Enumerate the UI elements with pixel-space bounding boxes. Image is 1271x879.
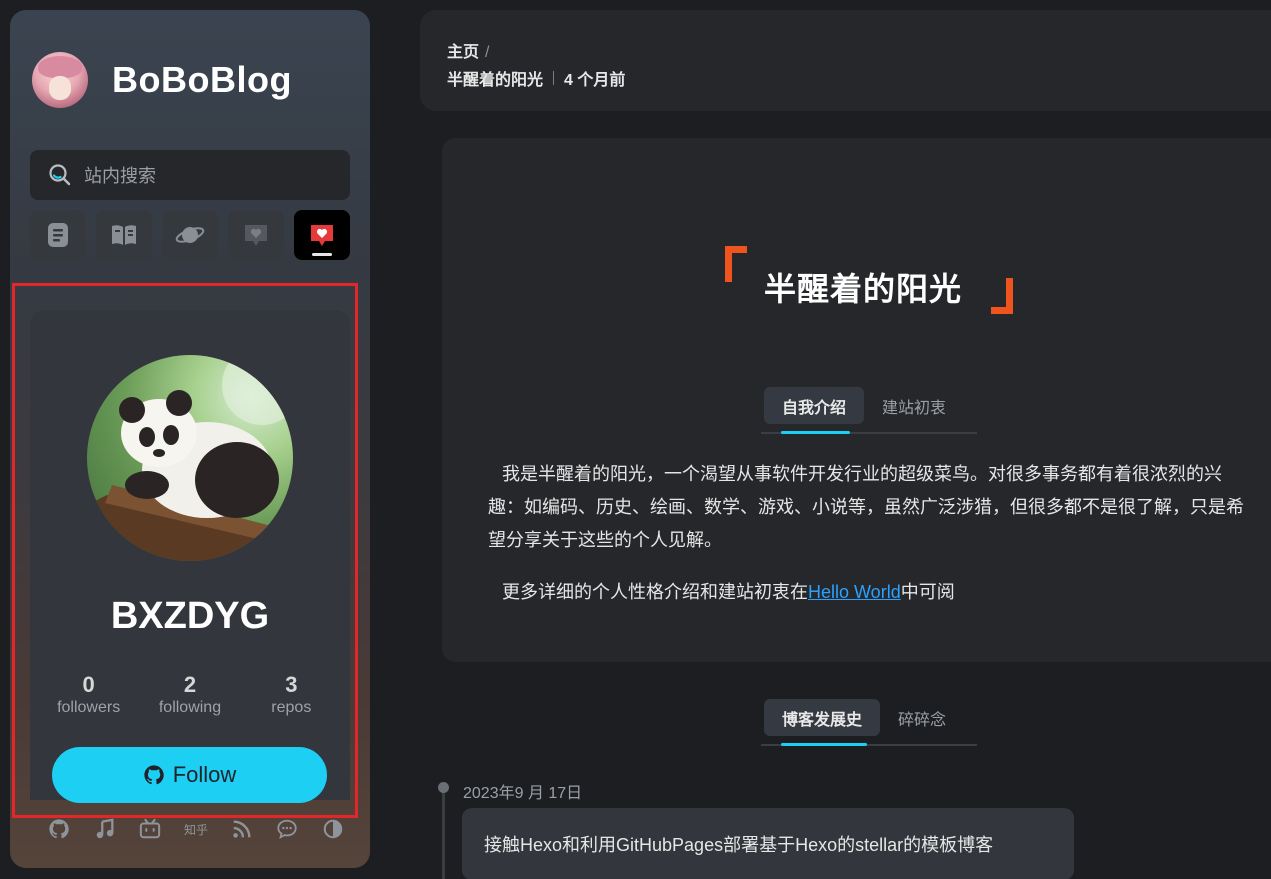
explore-button[interactable] [162,210,218,260]
zhihu-icon: 知乎 [184,822,209,837]
wiki-button[interactable] [96,210,152,260]
more-prefix: 更多详细的个人性格介绍和建站初衷在 [502,582,808,602]
history-tabs: 博客发展史 碎碎念 [764,699,964,736]
history-tab-active-indicator [781,743,867,746]
page-title: 半醒着的阳光 [764,271,963,307]
sidebar: BoBoBlog 站内搜索 BXZDYG 0 followers 2 follo… [10,10,370,868]
social-music[interactable] [82,816,128,842]
hello-world-link[interactable]: Hello World [808,582,901,602]
search-input[interactable]: 站内搜索 [30,150,350,200]
tab-site-purpose[interactable]: 建站初衷 [864,387,964,424]
breadcrumb-time: 4 个月前 [564,72,626,89]
tab-self-intro[interactable]: 自我介绍 [764,387,865,424]
search-placeholder: 站内搜索 [84,166,156,186]
brand-title[interactable]: BoBoBlog [112,59,292,101]
about-card: 半醒着的阳光 自我介绍 建站初衷 我是半醒着的阳光，一个渴望从事软件开发行业的超… [442,138,1271,662]
intro-paragraph: 我是半醒着的阳光，一个渴望从事软件开发行业的超级菜鸟。对很多事务都有着很浓烈的兴… [488,464,1244,550]
title-bracket-left [725,246,747,282]
about-tabs: 自我介绍 建站初衷 [764,387,964,424]
comments-icon [245,225,267,246]
breadcrumb-home[interactable]: 主页 [447,44,479,61]
tab-active-indicator [781,431,850,434]
heart-message-icon [311,225,333,246]
rss-icon [233,820,251,838]
social-bilibili[interactable] [127,816,173,842]
nav-icon-row [30,210,350,260]
highlight-box [12,283,358,818]
wiki-icon [112,225,136,245]
social-rss[interactable] [219,816,265,842]
timeline-line [442,788,445,879]
breadcrumb-home-row: 主页 / [447,38,489,62]
posts-button[interactable] [30,210,86,260]
chat-icon [277,819,298,840]
breadcrumb-separator: / [485,44,490,61]
tab-murmurs[interactable]: 碎碎念 [880,699,964,736]
comments-button[interactable] [228,210,284,260]
social-github[interactable] [36,816,82,842]
brand[interactable]: BoBoBlog [32,52,292,108]
timeline-date: 2023年9 月 17日 [463,785,583,802]
timeline-dot [438,782,449,793]
more-info: 更多详细的个人性格介绍和建站初衷在Hello World中可阅 [502,578,955,604]
planet-icon [175,227,205,243]
timeline-entry: 接触Hexo和利用GitHubPages部署基于Hexo的stellar的模板博… [462,808,1074,879]
github-icon [49,819,69,839]
breadcrumb-current-row: 半醒着的阳光 4 个月前 [447,66,625,90]
posts-icon [48,223,68,247]
social-links: 知乎 [36,816,356,842]
brand-avatar[interactable] [32,52,88,108]
social-zhihu[interactable]: 知乎 [173,816,219,842]
music-icon [96,818,114,839]
social-theme[interactable] [310,816,356,842]
search-icon [48,163,72,187]
theme-toggle-icon [323,819,343,839]
breadcrumb: 主页 / 半醒着的阳光 4 个月前 [420,10,1271,111]
bilibili-icon [140,818,161,839]
tab-blog-history[interactable]: 博客发展史 [764,699,881,736]
breadcrumb-page: 半醒着的阳光 [447,72,544,89]
title-bracket-right [991,278,1013,314]
social-chat[interactable] [265,816,311,842]
more-suffix: 中可阅 [900,582,955,602]
heart-message-button[interactable] [294,210,350,260]
breadcrumb-divider [553,71,555,85]
